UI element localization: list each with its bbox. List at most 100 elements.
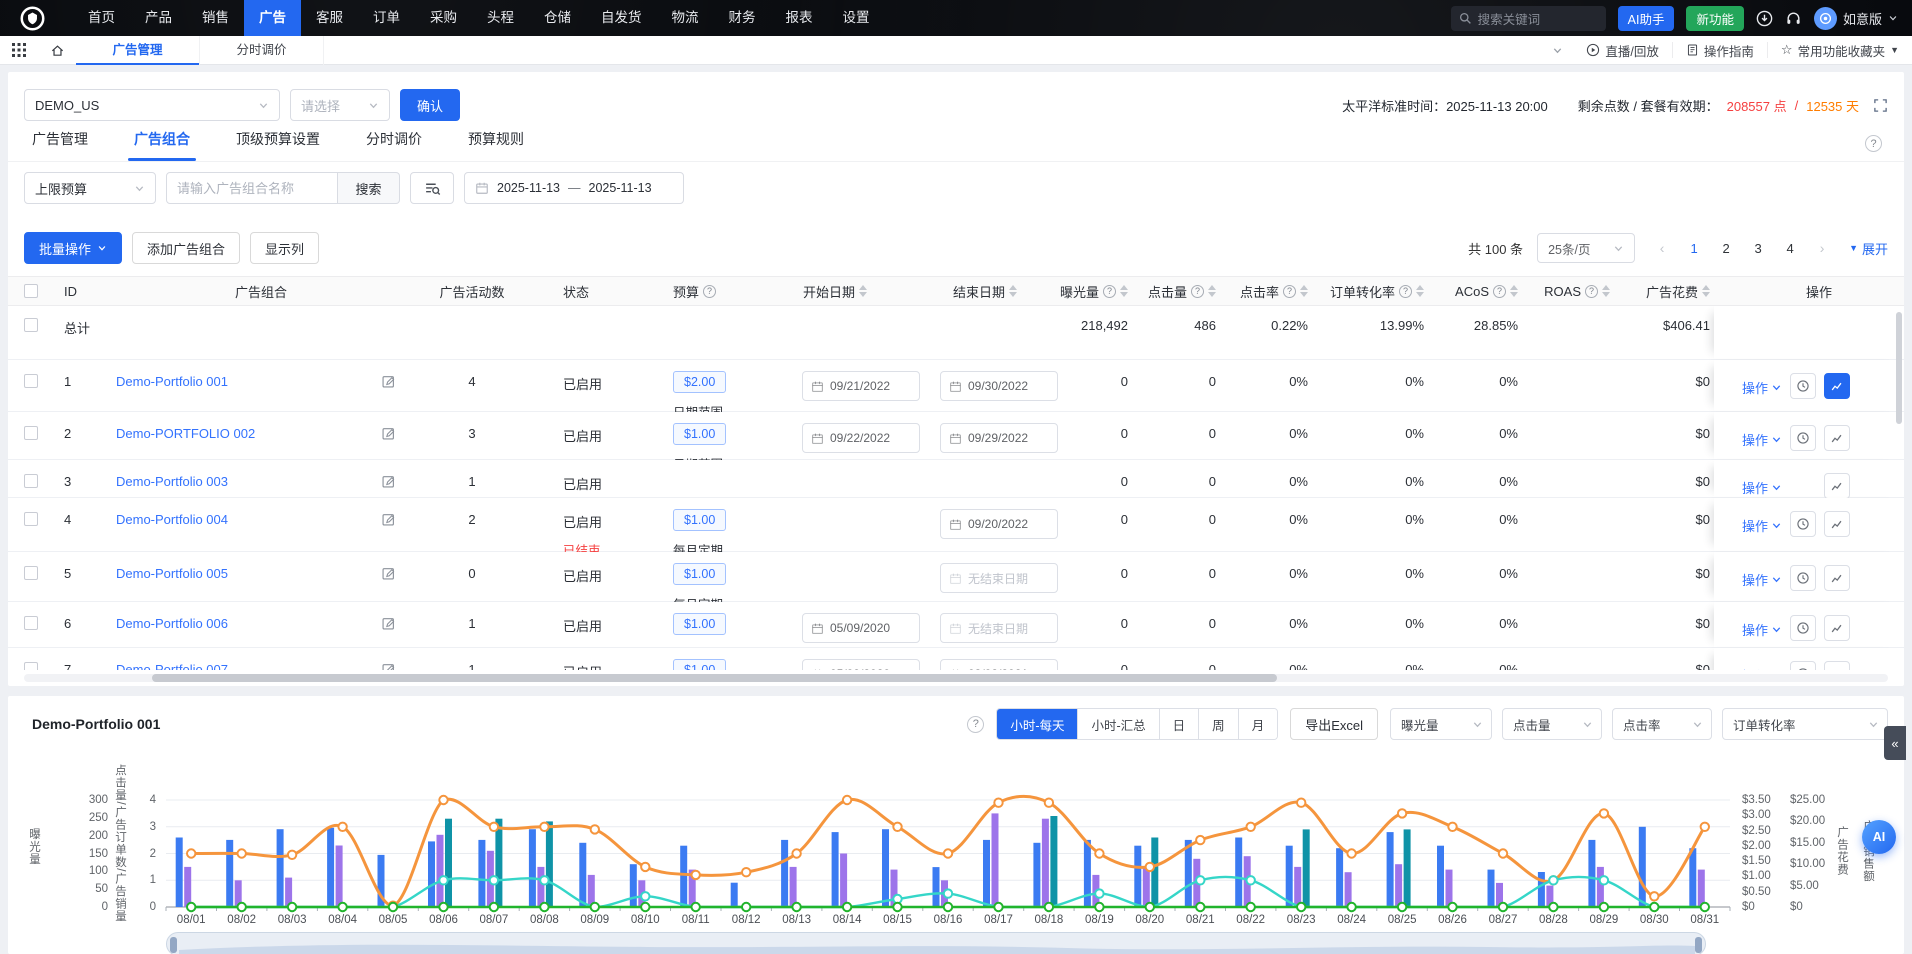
row-checkbox[interactable] xyxy=(24,616,38,630)
portfolio-name-input[interactable] xyxy=(166,172,338,204)
start-date-input[interactable]: 05/09/2020 xyxy=(802,613,920,643)
workspace-tab-广告管理[interactable]: 广告管理 xyxy=(76,36,200,65)
trend-chart-icon[interactable] xyxy=(1824,511,1850,537)
search-input[interactable]: 搜索关键词 xyxy=(1451,6,1606,31)
granularity-周[interactable]: 周 xyxy=(1198,709,1238,739)
next-page-button[interactable]: › xyxy=(1809,240,1835,256)
datazoom-right-handle[interactable] xyxy=(1695,937,1702,953)
workspace-tab-分时调价[interactable]: 分时调价 xyxy=(200,36,324,65)
subnav-link-操作指南[interactable]: 操作指南 xyxy=(1672,42,1767,58)
portfolio-name-link[interactable]: Demo-PORTFOLIO 002 xyxy=(116,426,255,441)
trend-chart-icon[interactable] xyxy=(1824,565,1850,591)
start-date-input[interactable]: 09/21/2022 xyxy=(802,371,920,401)
tab-广告管理[interactable]: 广告管理 xyxy=(32,129,88,161)
actions-dropdown[interactable]: 操作 xyxy=(1742,570,1782,589)
prev-page-button[interactable]: ‹ xyxy=(1649,240,1675,256)
trend-chart-icon[interactable] xyxy=(1824,615,1850,641)
expand-toggle[interactable]: ▼展开 xyxy=(1849,239,1888,258)
edit-icon[interactable] xyxy=(381,374,396,389)
user-menu[interactable]: 如意版 xyxy=(1814,7,1898,30)
portfolio-name-link[interactable]: Demo-Portfolio 004 xyxy=(116,512,228,527)
page-3[interactable]: 3 xyxy=(1745,241,1771,256)
budget-value[interactable]: $1.00 xyxy=(673,613,726,635)
sort-icons[interactable] xyxy=(1208,285,1216,297)
nav-item-财务[interactable]: 财务 xyxy=(714,0,771,36)
nav-item-首页[interactable]: 首页 xyxy=(73,0,130,36)
nav-item-报表[interactable]: 报表 xyxy=(771,0,828,36)
export-excel-button[interactable]: 导出Excel xyxy=(1290,708,1378,740)
nav-item-采购[interactable]: 采购 xyxy=(415,0,472,36)
end-date-input[interactable]: 无结束日期 xyxy=(940,613,1058,643)
nav-item-销售[interactable]: 销售 xyxy=(187,0,244,36)
actions-dropdown[interactable]: 操作 xyxy=(1742,516,1782,535)
schedule-clock-icon[interactable] xyxy=(1790,615,1816,641)
column-header-广告花费[interactable]: 广告花费 xyxy=(1624,276,1724,306)
table-horizontal-scrollbar[interactable] xyxy=(152,674,1277,682)
actions-dropdown[interactable]: 操作 xyxy=(1742,666,1782,670)
column-header-曝光量[interactable]: 曝光量? xyxy=(1060,276,1142,306)
nav-item-订单[interactable]: 订单 xyxy=(358,0,415,36)
page-4[interactable]: 4 xyxy=(1777,241,1803,256)
row-checkbox[interactable] xyxy=(24,426,38,440)
schedule-clock-icon[interactable] xyxy=(1790,425,1816,451)
nav-item-广告[interactable]: 广告 xyxy=(244,0,301,36)
column-header-点击量[interactable]: 点击量? xyxy=(1142,276,1230,306)
home-icon[interactable] xyxy=(38,43,76,58)
portfolio-name-link[interactable]: Demo-Portfolio 006 xyxy=(116,616,228,631)
tabs-collapse-icon[interactable] xyxy=(1542,45,1573,56)
tab-顶级预算设置[interactable]: 顶级预算设置 xyxy=(236,129,320,161)
granularity-日[interactable]: 日 xyxy=(1159,709,1199,739)
row-checkbox[interactable] xyxy=(24,474,38,488)
end-date-input[interactable]: 09/29/2022 xyxy=(940,423,1058,453)
budget-value[interactable]: $2.00 xyxy=(673,371,726,393)
nav-item-设置[interactable]: 设置 xyxy=(828,0,885,36)
subnav-link-常用功能收藏夹[interactable]: ☆常用功能收藏夹▼ xyxy=(1767,42,1912,58)
trend-chart-icon[interactable] xyxy=(1824,373,1850,399)
column-header-点击率[interactable]: 点击率? xyxy=(1230,276,1322,306)
tab-分时调价[interactable]: 分时调价 xyxy=(366,129,422,161)
ai-assistant-button[interactable]: AI助手 xyxy=(1618,6,1675,31)
headset-icon[interactable] xyxy=(1785,10,1802,27)
column-header-订单转化率[interactable]: 订单转化率? xyxy=(1322,276,1438,306)
metric-select-1[interactable]: 曝光量 xyxy=(1390,708,1492,740)
shop-select[interactable]: DEMO_US xyxy=(24,89,280,121)
actions-dropdown[interactable]: 操作 xyxy=(1742,430,1782,449)
schedule-clock-icon[interactable] xyxy=(1790,565,1816,591)
schedule-clock-icon[interactable] xyxy=(1790,661,1816,670)
start-date-input[interactable]: 09/22/2022 xyxy=(802,423,920,453)
nav-item-物流[interactable]: 物流 xyxy=(657,0,714,36)
new-feature-button[interactable]: 新功能 xyxy=(1686,6,1744,31)
confirm-button[interactable]: 确认 xyxy=(400,89,460,121)
granularity-小时-汇总[interactable]: 小时-汇总 xyxy=(1077,709,1158,739)
select-all-checkbox[interactable] xyxy=(24,284,38,298)
sort-icons[interactable] xyxy=(1416,285,1424,297)
start-date-input[interactable]: 05/09/2020 xyxy=(802,659,920,670)
nav-item-客服[interactable]: 客服 xyxy=(301,0,358,36)
subnav-link-直播/回放[interactable]: 直播/回放 xyxy=(1573,42,1671,58)
budget-value[interactable]: $1.00 xyxy=(673,509,726,531)
edit-icon[interactable] xyxy=(381,474,396,489)
edit-icon[interactable] xyxy=(381,426,396,441)
type-select[interactable]: 请选择 xyxy=(290,89,390,121)
sort-icons[interactable] xyxy=(1120,285,1128,297)
datazoom-slider[interactable] xyxy=(166,932,1706,954)
actions-dropdown[interactable]: 操作 xyxy=(1742,478,1782,497)
sort-icons[interactable] xyxy=(1602,285,1610,297)
nav-item-产品[interactable]: 产品 xyxy=(130,0,187,36)
budget-value[interactable]: $1.00 xyxy=(673,659,726,670)
trend-chart-icon[interactable] xyxy=(1824,425,1850,451)
row-checkbox[interactable] xyxy=(24,662,38,670)
download-icon[interactable] xyxy=(1756,10,1773,27)
actions-dropdown[interactable]: 操作 xyxy=(1742,378,1782,397)
collapse-panel-tab[interactable]: « xyxy=(1884,726,1906,760)
sort-icons[interactable] xyxy=(1510,285,1518,297)
row-checkbox[interactable] xyxy=(24,318,38,332)
edit-icon[interactable] xyxy=(381,512,396,527)
add-portfolio-button[interactable]: 添加广告组合 xyxy=(132,232,240,264)
sort-icons[interactable] xyxy=(1009,285,1017,297)
sort-icons[interactable] xyxy=(1300,285,1308,297)
edit-icon[interactable] xyxy=(381,616,396,631)
trend-chart-icon[interactable] xyxy=(1824,473,1850,499)
edit-icon[interactable] xyxy=(381,566,396,581)
apps-grid-icon[interactable] xyxy=(0,43,38,57)
